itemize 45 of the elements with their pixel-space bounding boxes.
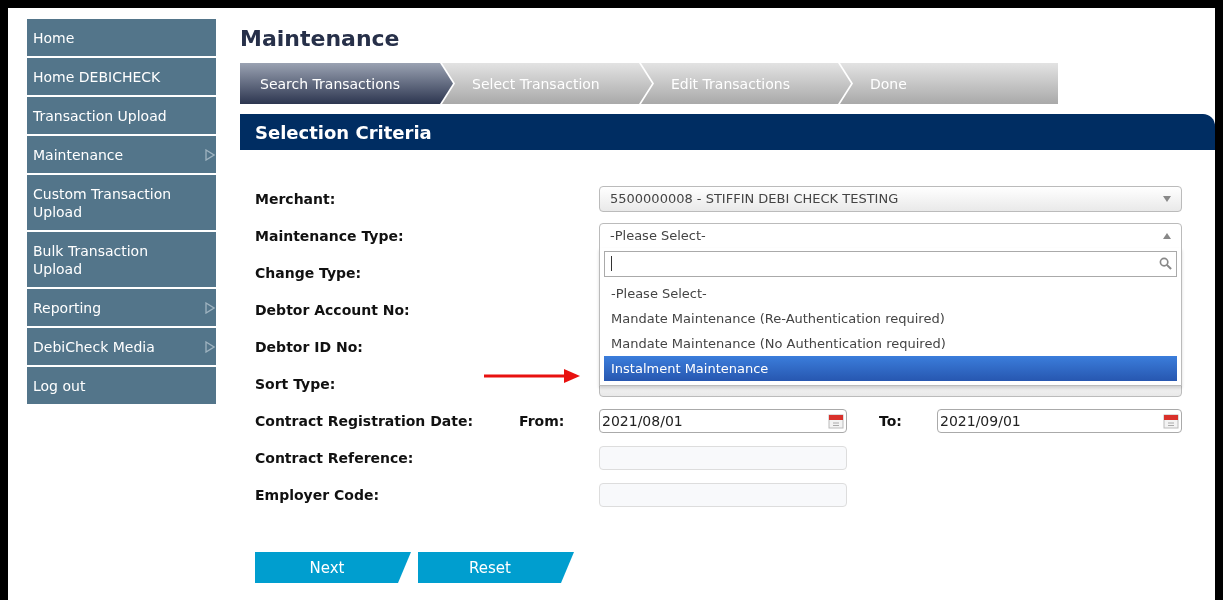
action-button[interactable]: Reset [418,552,574,583]
page-title: Maintenance [240,25,401,53]
sidebar-item[interactable]: Reporting [27,289,216,326]
field-label: Sort Type: [255,375,337,392]
dropdown-option[interactable]: Mandate Maintenance (Re-Authentication required) [604,305,1177,331]
sidebar-item[interactable]: Maintenance [27,136,216,173]
field-label: Contract Registration Date: [255,412,475,429]
input-field[interactable] [599,482,847,507]
dropdown-select[interactable]: -Please Select- [599,222,1182,249]
sidebar-item[interactable]: Bulk Transaction Upload [27,232,216,287]
search-field[interactable] [604,250,1177,277]
submenu-arrow-icon [205,340,215,353]
calendar-icon[interactable] [1163,412,1179,429]
section-header: Selection Criteria [240,114,1215,150]
date-field[interactable]: 2021/09/01 [937,408,1182,433]
sidebar-item[interactable]: DebiCheck Media [27,328,216,365]
dropdown-option[interactable]: Mandate Maintenance (No Authentication required) [604,330,1177,356]
field-label: Merchant: [255,190,337,207]
sidebar-item[interactable]: Log out [27,367,216,404]
sidebar-item[interactable]: Custom Transaction Upload [27,175,216,230]
arrow-icon [484,368,580,384]
sidebar-item[interactable]: Home DEBICHECK [27,58,216,95]
field-label: Change Type: [255,264,363,281]
sidebar-item[interactable]: Transaction Upload [27,97,216,134]
field-label: Maintenance Type: [255,227,405,244]
wizard-step[interactable]: Search Transactions [240,63,453,104]
submenu-arrow-icon [205,301,215,314]
field-label: Debtor Account No: [255,301,411,318]
sidebar-item[interactable]: Home [27,19,216,56]
input-field[interactable] [599,445,847,470]
action-button[interactable]: Next [255,552,411,583]
field-label: From: [519,412,566,429]
field-label: To: [878,412,903,429]
search-icon [1159,257,1172,270]
dropdown-option[interactable]: Instalment Maintenance [604,355,1177,381]
field-label: Employer Code: [255,486,380,503]
field-label: Contract Reference: [255,449,415,466]
caret-icon [1163,195,1171,202]
date-field[interactable]: 2021/08/01 [599,408,847,433]
field-label: Debtor ID No: [255,338,364,355]
submenu-arrow-icon [205,148,215,161]
calendar-icon[interactable] [828,412,844,429]
dropdown-option[interactable]: -Please Select- [604,280,1177,306]
dropdown-select[interactable]: 5500000008 - STIFFIN DEBI CHECK TESTING [599,185,1182,212]
caret-icon [1163,232,1171,239]
